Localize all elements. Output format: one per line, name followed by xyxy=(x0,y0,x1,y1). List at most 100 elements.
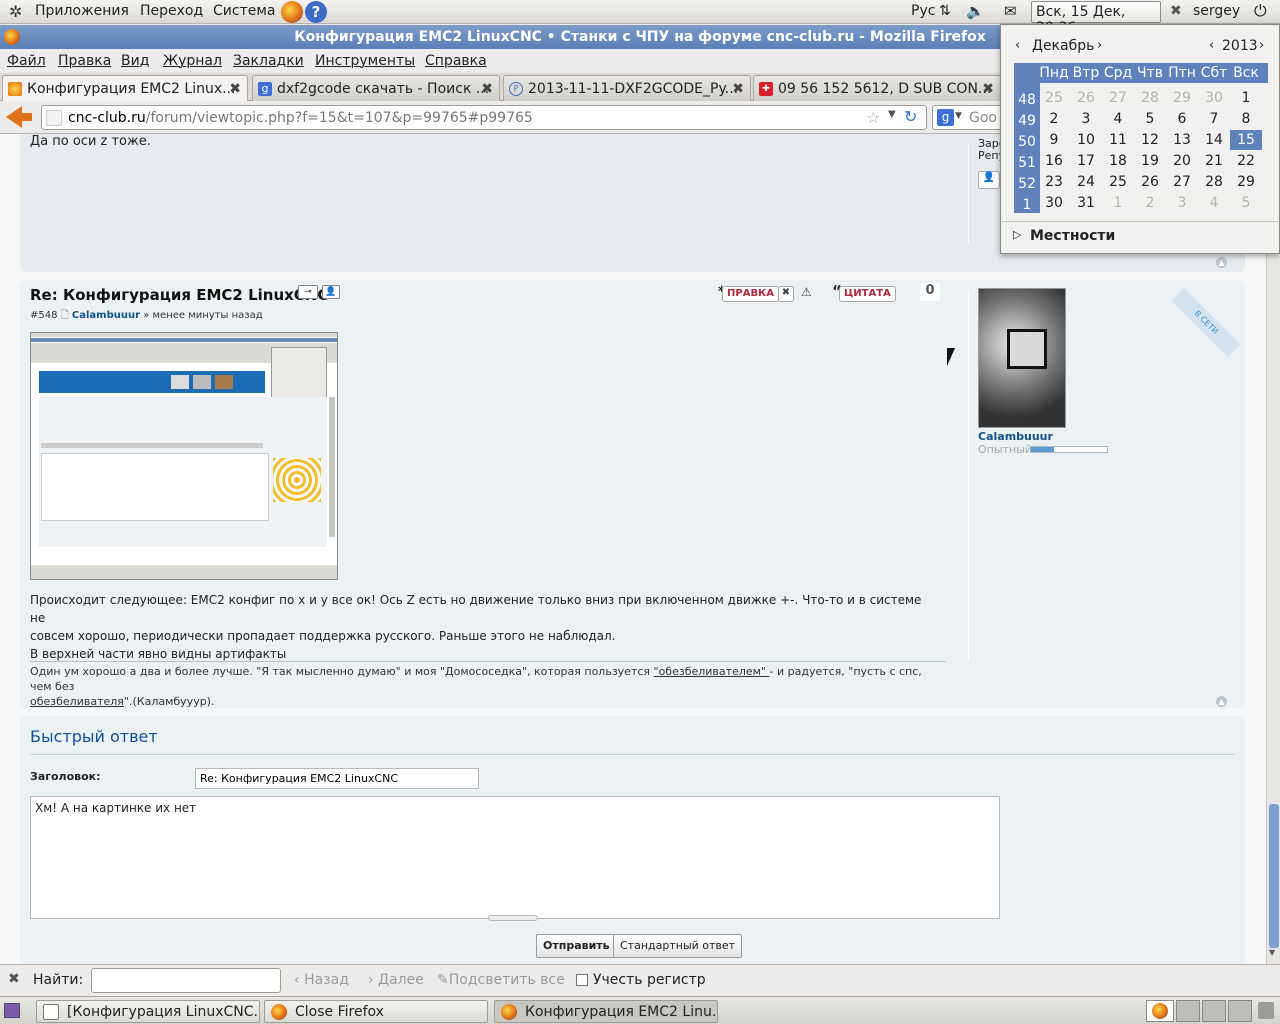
post-rating[interactable]: 0 xyxy=(920,283,940,301)
volume-icon[interactable]: 🔈 xyxy=(966,2,985,20)
search-engine-dropdown-icon[interactable]: ▼ xyxy=(955,111,962,121)
calendar-day-today[interactable]: 15 xyxy=(1230,130,1262,150)
system-menu[interactable]: Система xyxy=(213,3,275,19)
calendar-day[interactable]: 24 xyxy=(1070,172,1102,192)
post-number[interactable]: #548 xyxy=(30,310,57,321)
calendar-day[interactable]: 7 xyxy=(1198,109,1230,129)
prev-month-icon[interactable]: ‹ xyxy=(1015,38,1020,53)
tab-close-icon[interactable]: ✖ xyxy=(982,81,994,97)
expander-arrow-icon[interactable]: ▷ xyxy=(1013,228,1021,241)
find-next-button[interactable]: › Далее xyxy=(368,972,424,988)
task-konfiguracia-linuxcnc[interactable]: [Конфигурация LinuxCNC... xyxy=(36,1000,260,1023)
user-card-icon[interactable]: 👤 xyxy=(322,285,340,299)
url-bar[interactable]: cnc-club.ru/forum/viewtopic.php?f=15&t=1… xyxy=(41,105,927,130)
calendar-day[interactable]: 4 xyxy=(1102,109,1134,129)
calendar-day[interactable]: 12 xyxy=(1134,130,1166,150)
mail-icon[interactable]: ✉ xyxy=(1004,2,1017,20)
menu-help[interactable]: Справка xyxy=(425,53,487,69)
calendar-day[interactable]: 31 xyxy=(1070,193,1102,213)
tab-close-icon[interactable]: ✖ xyxy=(481,81,493,97)
calendar-day[interactable]: 3 xyxy=(1166,193,1198,213)
calendar-day[interactable]: 4 xyxy=(1198,193,1230,213)
workspace-4[interactable] xyxy=(1228,1000,1252,1022)
calendar-day[interactable]: 26 xyxy=(1134,172,1166,192)
workspace-1[interactable] xyxy=(1146,1000,1174,1022)
subject-field[interactable] xyxy=(195,768,479,789)
menu-file[interactable]: Файл xyxy=(7,53,46,69)
menu-bookmarks[interactable]: Закладки xyxy=(233,53,304,69)
reload-icon[interactable]: ↻ xyxy=(904,107,917,126)
find-input[interactable] xyxy=(91,968,281,993)
profile-username[interactable]: Calambuuur xyxy=(978,430,1053,443)
message-textarea[interactable]: Хм! А на картинке их нет xyxy=(30,796,1000,919)
calendar-day[interactable]: 16 xyxy=(1038,151,1070,171)
calendar-day[interactable]: 26 xyxy=(1070,88,1102,108)
edit-button[interactable]: ПРАВКА xyxy=(722,286,779,302)
calendar-day[interactable]: 30 xyxy=(1198,88,1230,108)
tab-close-icon[interactable]: ✖ xyxy=(732,81,744,97)
calendar-day[interactable]: 6 xyxy=(1166,109,1198,129)
calendar-day[interactable]: 17 xyxy=(1070,151,1102,171)
help-launcher-icon[interactable]: ? xyxy=(305,1,327,23)
shutdown-icon[interactable]: ⏻ xyxy=(1254,1,1267,21)
delete-icon[interactable]: ✖ xyxy=(778,286,794,302)
calendar-day[interactable]: 14 xyxy=(1198,130,1230,150)
calendar-day[interactable]: 30 xyxy=(1038,193,1070,213)
calendar-day[interactable]: 27 xyxy=(1102,88,1134,108)
calendar-day[interactable]: 3 xyxy=(1070,109,1102,129)
attachment-screenshot[interactable] xyxy=(30,332,338,580)
workspace-2[interactable] xyxy=(1176,1000,1200,1022)
calendar-day[interactable]: 19 xyxy=(1134,151,1166,171)
calendar-day[interactable]: 28 xyxy=(1198,172,1230,192)
trash-icon[interactable] xyxy=(1258,1002,1274,1019)
next-year-icon[interactable]: › xyxy=(1259,38,1264,53)
highlight-all-button[interactable]: ✎Подсветить все xyxy=(437,972,565,988)
bookmark-star-icon[interactable]: ☆ xyxy=(866,108,880,127)
calendar-day[interactable]: 10 xyxy=(1070,130,1102,150)
calendar-day[interactable]: 22 xyxy=(1230,151,1262,171)
calendar-day[interactable]: 25 xyxy=(1038,88,1070,108)
next-month-icon[interactable]: › xyxy=(1097,38,1102,53)
clock-applet[interactable]: Вск, 15 Дек, 20:36 xyxy=(1031,1,1161,36)
calendar-day[interactable]: 23 xyxy=(1038,172,1070,192)
calendar-day[interactable]: 9 xyxy=(1038,130,1070,150)
tab-dxf2gcode-search[interactable]: g dxf2gcode скачать - Поиск ... ✖ xyxy=(252,75,500,101)
calendar-day[interactable]: 27 xyxy=(1166,172,1198,192)
full-editor-button[interactable]: Стандартный ответ xyxy=(613,934,743,958)
show-desktop-icon[interactable] xyxy=(4,1003,20,1018)
permalink-icon[interactable]: ⊸ xyxy=(298,285,318,299)
task-close-firefox[interactable]: Close Firefox xyxy=(264,1000,488,1023)
calendar-day[interactable]: 25 xyxy=(1102,172,1134,192)
page-scrollbar[interactable]: ▼ xyxy=(1266,134,1280,964)
dropdown-arrow-icon[interactable]: ▼ xyxy=(888,109,896,120)
sig-link[interactable]: "обезбеливателем" xyxy=(654,665,770,678)
user-menu[interactable]: sergey xyxy=(1193,3,1240,19)
calendar-day[interactable]: 2 xyxy=(1134,193,1166,213)
tab-close-icon[interactable]: ✖ xyxy=(229,81,241,97)
tab-dsub-connector[interactable]: ✚ 09 56 152 5612, D SUB CON... ✖ xyxy=(753,75,1001,101)
scroll-down-icon[interactable]: ▼ xyxy=(1269,948,1275,957)
find-prev-button[interactable]: ‹ Назад xyxy=(294,972,349,988)
keyboard-layout-indicator[interactable]: Рус xyxy=(911,3,935,19)
firefox-launcher-icon[interactable] xyxy=(281,1,303,23)
close-findbar-icon[interactable]: ✖ xyxy=(8,971,20,987)
workspace-3[interactable] xyxy=(1202,1000,1226,1022)
calendar-day[interactable]: 5 xyxy=(1134,109,1166,129)
calendar-day[interactable]: 29 xyxy=(1166,88,1198,108)
back-to-top-icon[interactable]: ▲ xyxy=(1216,696,1227,707)
task-firefox-emc2[interactable]: Конфигурация EMC2 Linu... xyxy=(494,1000,718,1023)
calendar-day[interactable]: 18 xyxy=(1102,151,1134,171)
back-to-top-icon[interactable]: ▲ xyxy=(1216,257,1227,268)
textarea-resize-grip[interactable] xyxy=(488,915,538,921)
quote-button[interactable]: ЦИТАТА xyxy=(839,286,896,302)
avatar[interactable] xyxy=(978,288,1066,428)
network-icon[interactable]: ⇅ xyxy=(939,3,951,19)
sig-link[interactable]: обезбеливателя xyxy=(30,695,124,708)
tab-dxf2gcode-py[interactable]: P 2013-11-11-DXF2GCODE_Py... ✖ xyxy=(503,75,751,101)
applications-menu[interactable]: Приложения xyxy=(35,3,129,19)
tab-emc2-config[interactable]: Конфигурация EMC2 Linux... ✖ xyxy=(2,75,248,102)
google-search-icon[interactable]: g xyxy=(937,109,954,126)
calendar-day[interactable]: 29 xyxy=(1230,172,1262,192)
locations-label[interactable]: Местности xyxy=(1030,228,1115,244)
menu-edit[interactable]: Правка xyxy=(58,53,111,69)
